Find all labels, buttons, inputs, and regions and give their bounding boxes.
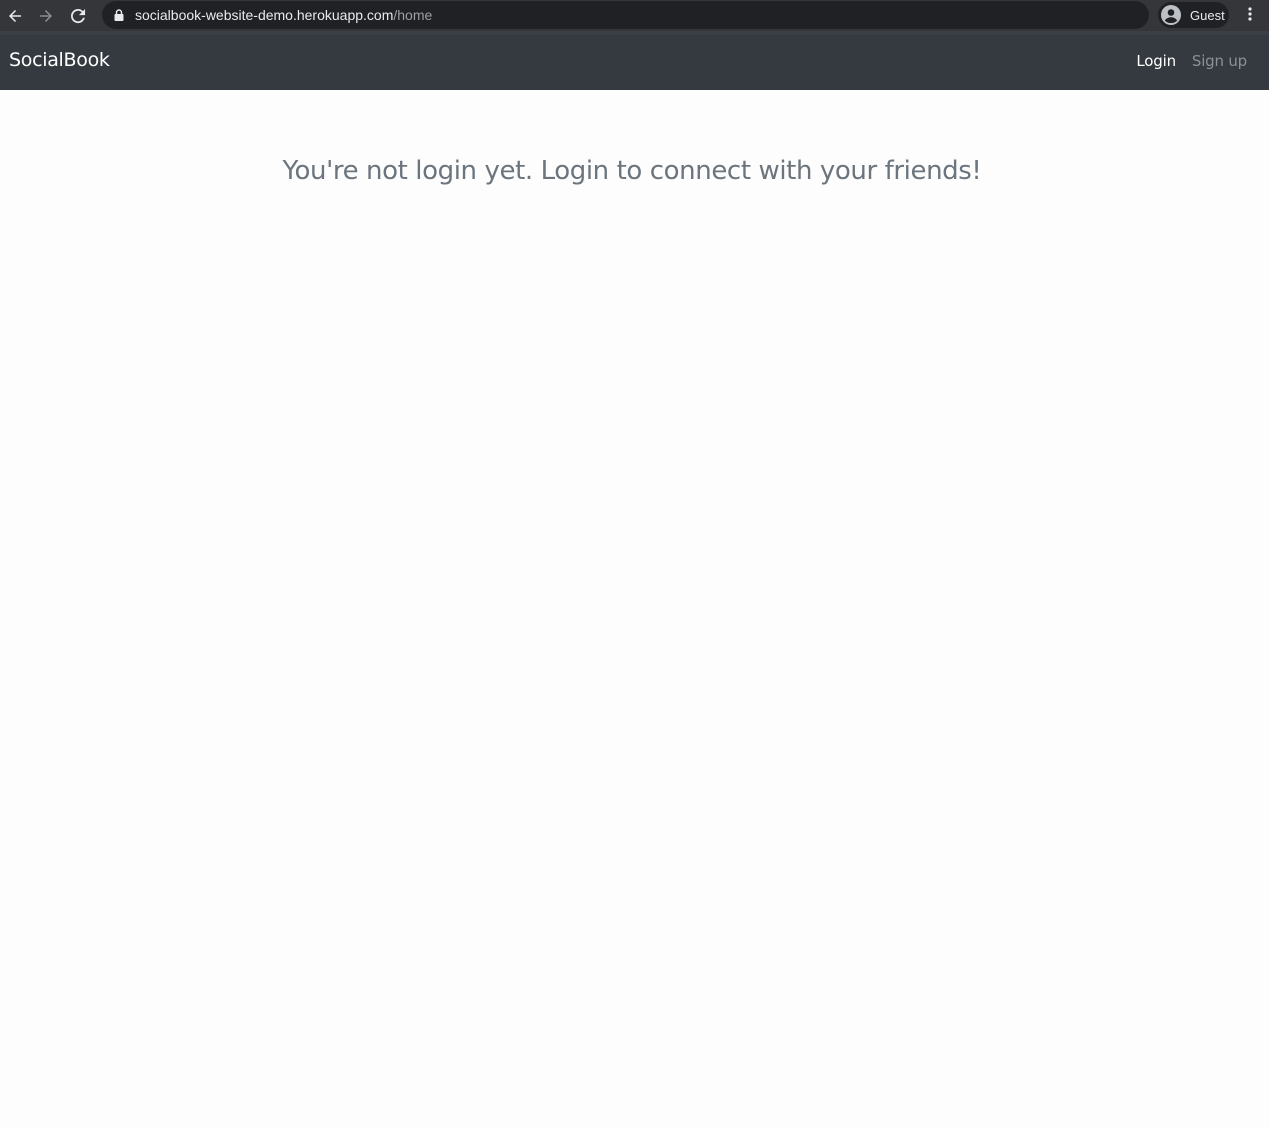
arrow-left-icon [7,8,23,24]
not-logged-in-message: You're not login yet. Login to connect w… [282,156,982,186]
kebab-menu-icon [1248,6,1252,25]
profile-button[interactable]: Guest [1158,2,1229,28]
url-host: socialbook-website-demo.herokuapp.com [135,7,394,23]
browser-toolbar: socialbook-website-demo.herokuapp.com/ho… [0,0,1269,31]
browser-menu-button[interactable] [1239,0,1261,31]
profile-label: Guest [1190,7,1225,23]
forward-button[interactable] [31,0,61,31]
reload-icon [70,8,86,24]
account-circle-icon [1161,5,1181,25]
arrow-right-icon [38,8,54,24]
reload-button[interactable] [63,0,93,31]
nav-links: Login Sign up [1136,52,1247,70]
site-navbar: SocialBook Login Sign up [0,35,1269,90]
signup-link[interactable]: Sign up [1192,52,1247,70]
login-link[interactable]: Login [1136,52,1176,70]
brand-logo-link[interactable]: SocialBook [9,49,110,71]
back-button[interactable] [0,0,30,31]
url-path: /home [393,7,433,23]
url-text: socialbook-website-demo.herokuapp.com/ho… [135,7,432,23]
lock-icon [114,9,124,21]
address-bar[interactable]: socialbook-website-demo.herokuapp.com/ho… [102,1,1149,29]
main-content: You're not login yet. Login to connect w… [0,90,1269,1129]
